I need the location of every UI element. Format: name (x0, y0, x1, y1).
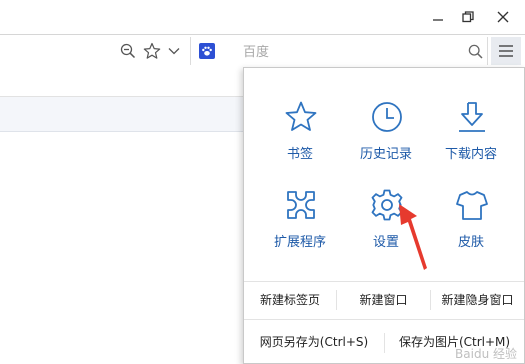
search-box (190, 37, 488, 65)
menu-item-extensions[interactable]: 扩展程序 (253, 187, 347, 277)
paw-icon (202, 46, 212, 56)
restore-button[interactable] (453, 4, 483, 30)
search-button[interactable] (467, 43, 483, 59)
close-icon (497, 11, 509, 23)
address-toolbar (0, 34, 525, 69)
menu-item-downloads[interactable]: 下载内容 (424, 99, 518, 189)
star-icon (143, 42, 161, 59)
clock-icon (370, 99, 404, 135)
menu-item-label: 书签 (286, 147, 313, 162)
minimize-icon (433, 19, 443, 21)
menu-item-label: 下载内容 (444, 147, 497, 162)
search-input[interactable] (243, 42, 443, 60)
menu-item-save-page-as[interactable]: 网页另存为(Ctrl+S) (244, 324, 384, 360)
menu-item-new-incognito-window[interactable]: 新建隐身窗口 (431, 282, 524, 318)
menu-item-label: 扩展程序 (273, 235, 326, 250)
menu-item-new-window[interactable]: 新建窗口 (337, 282, 430, 318)
menu-item-label: 历史记录 (359, 147, 412, 162)
bookmark-dropdown-button[interactable] (164, 41, 184, 61)
menu-item-history[interactable]: 历史记录 (339, 99, 433, 189)
star-outline-icon (284, 99, 318, 135)
restore-icon (462, 11, 474, 23)
bookmark-star-button[interactable] (142, 41, 162, 61)
zoom-icon (120, 43, 136, 59)
main-menu-dropdown: 书签 历史记录 下载内容 扩展程序 设置 皮肤 新建标签页 新建窗口 新建隐身窗… (243, 67, 525, 364)
zoom-button[interactable] (118, 41, 138, 61)
close-button[interactable] (488, 4, 518, 30)
minimize-button[interactable] (423, 4, 453, 30)
download-icon (455, 99, 489, 135)
chevron-down-icon (168, 48, 180, 55)
menu-item-bookmarks[interactable]: 书签 (253, 99, 347, 189)
watermark: Baidu 经验 (455, 347, 517, 361)
search-engine-selector[interactable] (199, 43, 215, 59)
menu-divider (244, 319, 524, 320)
extensions-icon (284, 187, 318, 223)
menu-icon (499, 45, 513, 57)
title-bar (0, 0, 525, 34)
search-icon (468, 44, 483, 59)
menu-item-label: 皮肤 (457, 235, 484, 250)
menu-item-new-tab[interactable]: 新建标签页 (244, 282, 336, 318)
menu-item-skins[interactable]: 皮肤 (424, 187, 518, 277)
annotation-arrow-icon (399, 204, 427, 270)
main-menu-button[interactable] (491, 37, 521, 65)
shirt-icon (455, 187, 489, 223)
